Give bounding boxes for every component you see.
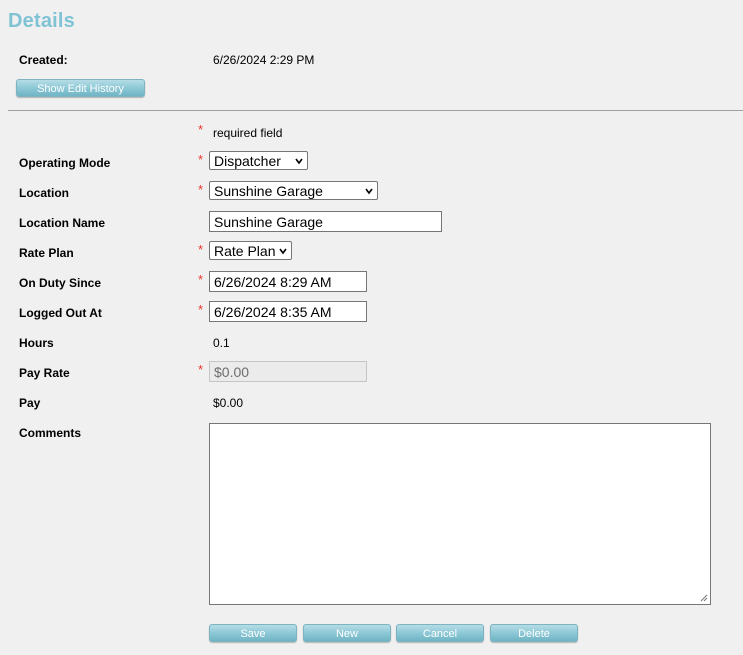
created-label: Created: <box>19 53 68 67</box>
location-name-label: Location Name <box>19 216 106 230</box>
pay-rate-required-marker: * <box>198 362 204 377</box>
details-page: Details Created: 6/26/2024 2:29 PM Show … <box>0 0 743 655</box>
rate-plan-select[interactable]: Rate Plan <box>209 241 292 260</box>
location-label: Location <box>19 186 69 200</box>
chevron-down-icon <box>295 158 303 164</box>
operating-mode-required-marker: * <box>198 152 204 167</box>
logged-out-at-input[interactable] <box>209 301 367 322</box>
location-select[interactable]: Sunshine Garage <box>209 181 378 200</box>
comments-label: Comments <box>19 426 82 440</box>
pay-label: Pay <box>19 396 41 410</box>
hours-label: Hours <box>19 336 54 350</box>
location-value: Sunshine Garage <box>214 182 323 199</box>
page-title: Details <box>8 10 75 32</box>
delete-button[interactable]: Delete <box>490 624 578 642</box>
operating-mode-value: Dispatcher <box>214 152 281 169</box>
show-edit-history-button[interactable]: Show Edit History <box>16 79 145 97</box>
location-name-input[interactable] <box>209 211 442 232</box>
cancel-button[interactable]: Cancel <box>396 624 484 642</box>
created-value: 6/26/2024 2:29 PM <box>213 53 315 67</box>
pay-rate-label: Pay Rate <box>19 366 70 380</box>
logged-out-at-label: Logged Out At <box>19 306 102 320</box>
resize-grip-icon[interactable] <box>699 593 708 602</box>
pay-value: $0.00 <box>213 396 244 410</box>
chevron-down-icon <box>279 248 287 254</box>
comments-textarea[interactable] <box>209 423 711 605</box>
required-marker: * <box>198 122 204 137</box>
hours-value: 0.1 <box>213 336 230 350</box>
on-duty-since-label: On Duty Since <box>19 276 102 290</box>
rate-plan-value: Rate Plan <box>214 242 276 259</box>
pay-rate-input <box>209 361 367 382</box>
on-duty-since-required-marker: * <box>198 272 204 287</box>
required-field-note: required field <box>213 126 283 140</box>
location-required-marker: * <box>198 182 204 197</box>
chevron-down-icon <box>365 188 373 194</box>
save-button[interactable]: Save <box>209 624 297 642</box>
rate-plan-label: Rate Plan <box>19 246 74 260</box>
operating-mode-select[interactable]: Dispatcher <box>209 151 308 170</box>
logged-out-at-required-marker: * <box>198 302 204 317</box>
operating-mode-label: Operating Mode <box>19 156 111 170</box>
section-divider <box>8 110 743 111</box>
on-duty-since-input[interactable] <box>209 271 367 292</box>
rate-plan-required-marker: * <box>198 242 204 257</box>
new-button[interactable]: New <box>303 624 391 642</box>
